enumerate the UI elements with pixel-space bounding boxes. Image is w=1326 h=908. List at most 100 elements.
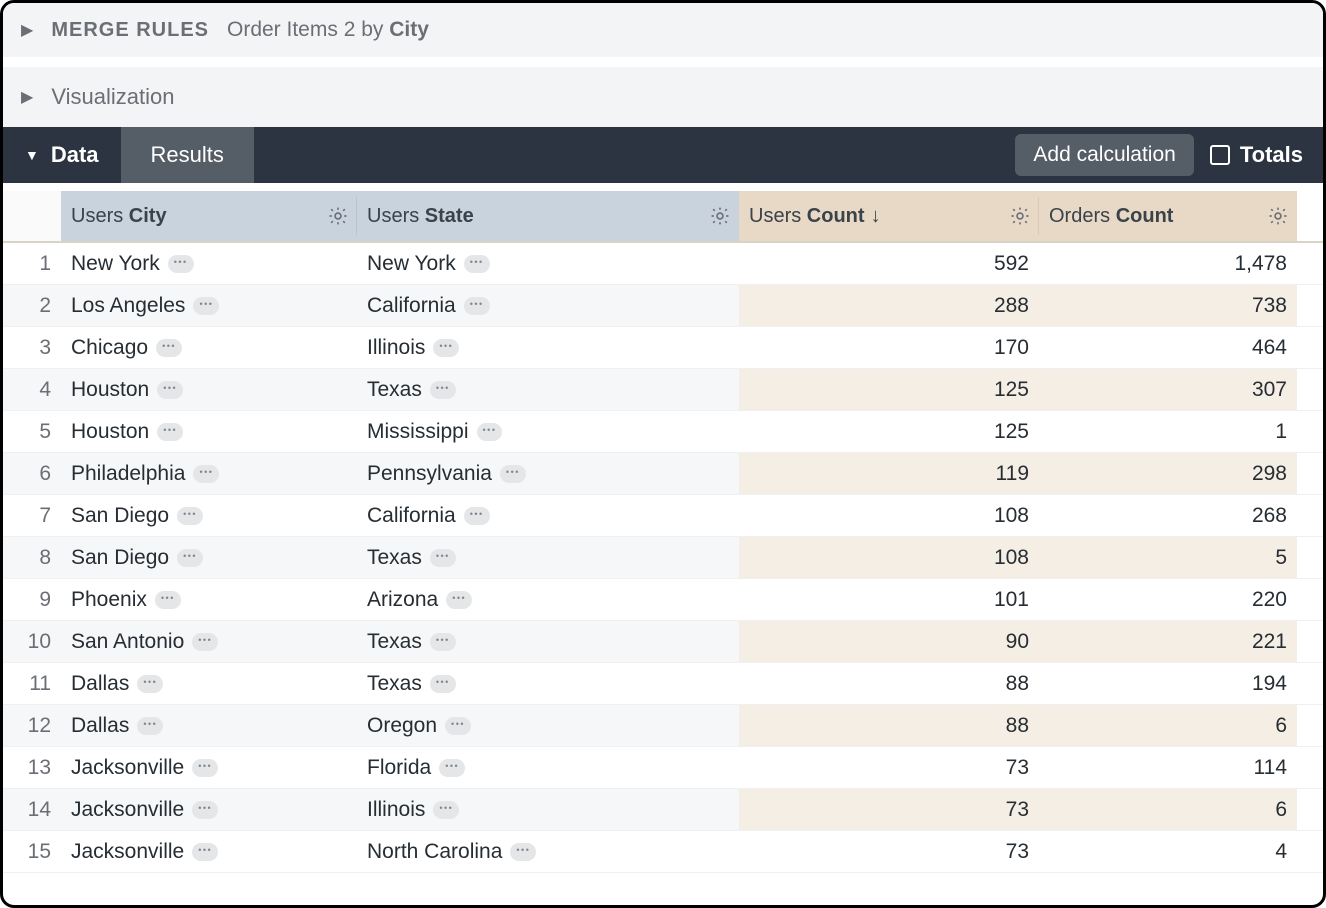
ellipsis-icon[interactable] [430,633,456,651]
header-users-count[interactable]: Users Count↓ [739,191,1039,241]
cell-orders-count[interactable]: 298 [1039,453,1297,494]
cell-users-count[interactable]: 592 [739,243,1039,284]
gear-icon[interactable] [1267,205,1289,227]
ellipsis-icon[interactable] [433,339,459,357]
cell-users-count[interactable]: 125 [739,369,1039,410]
cell-users-count[interactable]: 88 [739,705,1039,746]
ellipsis-icon[interactable] [168,255,194,273]
header-orders-count[interactable]: Orders Count [1039,191,1297,241]
cell-users-count[interactable]: 108 [739,495,1039,536]
cell-state[interactable]: California [357,495,739,536]
cell-city[interactable]: Houston [61,369,357,410]
totals-toggle[interactable]: Totals [1204,127,1323,183]
ellipsis-icon[interactable] [430,549,456,567]
cell-orders-count[interactable]: 6 [1039,705,1297,746]
cell-city[interactable]: Dallas [61,705,357,746]
ellipsis-icon[interactable] [192,801,218,819]
cell-city[interactable]: Chicago [61,327,357,368]
ellipsis-icon[interactable] [177,507,203,525]
cell-orders-count[interactable]: 738 [1039,285,1297,326]
cell-state[interactable]: Texas [357,621,739,662]
cell-city[interactable]: Dallas [61,663,357,704]
ellipsis-icon[interactable] [192,843,218,861]
cell-orders-count[interactable]: 268 [1039,495,1297,536]
ellipsis-icon[interactable] [445,717,471,735]
cell-users-count[interactable]: 90 [739,621,1039,662]
cell-users-count[interactable]: 73 [739,747,1039,788]
cell-state[interactable]: Texas [357,537,739,578]
ellipsis-icon[interactable] [193,465,219,483]
cell-state[interactable]: Illinois [357,789,739,830]
ellipsis-icon[interactable] [430,675,456,693]
ellipsis-icon[interactable] [193,297,219,315]
gear-icon[interactable] [327,205,349,227]
cell-orders-count[interactable]: 1,478 [1039,243,1297,284]
cell-users-count[interactable]: 88 [739,663,1039,704]
ellipsis-icon[interactable] [464,507,490,525]
ellipsis-icon[interactable] [510,843,536,861]
cell-users-count[interactable]: 73 [739,789,1039,830]
ellipsis-icon[interactable] [439,759,465,777]
merge-rules-section[interactable]: ▶ MERGE RULES Order Items 2 by City [3,3,1323,57]
ellipsis-icon[interactable] [464,255,490,273]
cell-state[interactable]: Florida [357,747,739,788]
ellipsis-icon[interactable] [477,423,503,441]
cell-users-count[interactable]: 73 [739,831,1039,872]
visualization-section[interactable]: ▶ Visualization [3,67,1323,127]
ellipsis-icon[interactable] [137,717,163,735]
cell-city[interactable]: Houston [61,411,357,452]
cell-users-count[interactable]: 101 [739,579,1039,620]
cell-city[interactable]: Jacksonville [61,831,357,872]
cell-orders-count[interactable]: 307 [1039,369,1297,410]
cell-state[interactable]: Pennsylvania [357,453,739,494]
cell-orders-count[interactable]: 220 [1039,579,1297,620]
cell-state[interactable]: Texas [357,663,739,704]
ellipsis-icon[interactable] [446,591,472,609]
header-users-state[interactable]: Users State [357,191,739,241]
cell-state[interactable]: Oregon [357,705,739,746]
cell-city[interactable]: San Diego [61,537,357,578]
ellipsis-icon[interactable] [192,633,218,651]
ellipsis-icon[interactable] [464,297,490,315]
ellipsis-icon[interactable] [433,801,459,819]
cell-city[interactable]: San Diego [61,495,357,536]
cell-orders-count[interactable]: 464 [1039,327,1297,368]
cell-city[interactable]: Phoenix [61,579,357,620]
cell-state[interactable]: North Carolina [357,831,739,872]
ellipsis-icon[interactable] [177,549,203,567]
cell-state[interactable]: Arizona [357,579,739,620]
cell-state[interactable]: New York [357,243,739,284]
cell-city[interactable]: New York [61,243,357,284]
cell-orders-count[interactable]: 5 [1039,537,1297,578]
cell-city[interactable]: Jacksonville [61,747,357,788]
cell-city[interactable]: Jacksonville [61,789,357,830]
cell-state[interactable]: California [357,285,739,326]
cell-orders-count[interactable]: 221 [1039,621,1297,662]
cell-state[interactable]: Mississippi [357,411,739,452]
cell-orders-count[interactable]: 4 [1039,831,1297,872]
header-users-city[interactable]: Users City [61,191,357,241]
gear-icon[interactable] [709,205,731,227]
gear-icon[interactable] [1009,205,1031,227]
cell-state[interactable]: Texas [357,369,739,410]
cell-users-count[interactable]: 108 [739,537,1039,578]
cell-users-count[interactable]: 170 [739,327,1039,368]
ellipsis-icon[interactable] [430,381,456,399]
ellipsis-icon[interactable] [155,591,181,609]
cell-users-count[interactable]: 119 [739,453,1039,494]
cell-state[interactable]: Illinois [357,327,739,368]
ellipsis-icon[interactable] [156,339,182,357]
ellipsis-icon[interactable] [137,675,163,693]
cell-city[interactable]: Philadelphia [61,453,357,494]
ellipsis-icon[interactable] [157,423,183,441]
cell-users-count[interactable]: 288 [739,285,1039,326]
cell-orders-count[interactable]: 6 [1039,789,1297,830]
results-tab[interactable]: Results [121,127,254,183]
ellipsis-icon[interactable] [157,381,183,399]
cell-city[interactable]: San Antonio [61,621,357,662]
add-calculation-button[interactable]: Add calculation [1015,134,1193,176]
cell-orders-count[interactable]: 114 [1039,747,1297,788]
ellipsis-icon[interactable] [500,465,526,483]
cell-orders-count[interactable]: 1 [1039,411,1297,452]
data-tab[interactable]: ▼ Data [3,127,121,183]
